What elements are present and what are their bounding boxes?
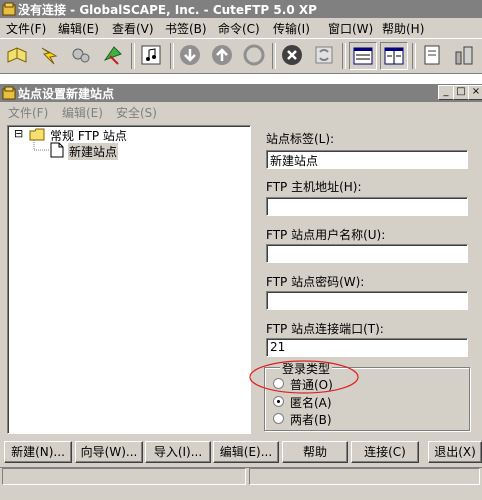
import-button[interactable]: 导入(I)... (145, 441, 211, 463)
password-input[interactable] (266, 291, 468, 310)
document-icon (50, 142, 64, 158)
main-toolbar (0, 38, 482, 74)
edit-button[interactable]: 编辑(E)... (213, 441, 279, 463)
view-details-button[interactable] (380, 42, 408, 70)
properties-button[interactable] (419, 42, 445, 68)
toolbar-separator (412, 43, 416, 69)
details-view-icon (384, 47, 404, 65)
site-label-input[interactable]: 新建站点 (266, 150, 468, 169)
lightning-icon (41, 47, 58, 65)
new-button[interactable]: 新建(N)... (4, 441, 72, 463)
port-label: FTP 站点连接端口(T): (266, 322, 384, 336)
site-manager-button[interactable] (4, 42, 30, 68)
help-button[interactable]: 帮助 (282, 441, 348, 463)
wizard-button[interactable]: 向导(W)... (75, 441, 143, 463)
menu-view[interactable]: 查看(V) (112, 20, 154, 37)
refresh-transfer-button[interactable] (241, 42, 267, 68)
dialog-maximize-button[interactable]: □ (453, 85, 469, 100)
menu-edit[interactable]: 编辑(E) (58, 20, 99, 37)
view-list-button[interactable] (349, 42, 377, 70)
user-input[interactable] (266, 244, 468, 263)
connect-button[interactable]: 连接(C) (351, 441, 419, 463)
status-cell-right (249, 468, 480, 485)
reconnect-button[interactable] (100, 42, 126, 68)
download-button[interactable] (177, 42, 203, 68)
radio-both-label[interactable]: 两者(B) (290, 411, 332, 428)
host-input[interactable] (266, 197, 468, 216)
status-cell-left (2, 468, 246, 485)
menu-file[interactable]: 文件(F) (6, 20, 46, 37)
radio-anonymous-label[interactable]: 匿名(A) (290, 394, 332, 411)
dialog-menu-file[interactable]: 文件(F) (8, 104, 48, 121)
arrow-down-icon (180, 45, 200, 65)
main-menu-bar: 文件(F) 编辑(E) 查看(V) 书签(B) 命令(C) 传输(I) 窗口(W… (0, 18, 482, 37)
port-input[interactable]: 21 (266, 338, 468, 357)
music-note-icon (141, 45, 161, 65)
upload-button[interactable] (209, 42, 235, 68)
plug-icon (72, 48, 90, 63)
toolbar-separator (272, 43, 276, 69)
reconnect-icon (103, 46, 122, 65)
book-icon (7, 47, 27, 63)
document-icon (424, 45, 440, 65)
tree-collapse-toggle[interactable]: ⊟ (14, 127, 23, 140)
annotation-ellipse (249, 360, 359, 394)
quick-connect-button[interactable] (36, 42, 62, 68)
exit-button[interactable]: 退出(X) (428, 441, 482, 463)
cuteftp-app-icon (2, 2, 16, 16)
menu-transfer[interactable]: 传输(I) (273, 20, 310, 37)
refresh-icon (315, 46, 333, 64)
radio-both[interactable] (273, 413, 284, 424)
tools-icon (455, 46, 473, 65)
user-label: FTP 站点用户名称(U): (266, 228, 386, 242)
menu-commands[interactable]: 命令(C) (218, 20, 260, 37)
password-label: FTP 站点密码(W): (266, 275, 365, 289)
site-tree[interactable]: ⊟ 常规 FTP 站点 新建站点 (7, 125, 251, 434)
site-label-label: 站点标签(L): (266, 132, 335, 146)
radio-anonymous[interactable] (273, 396, 284, 407)
tree-connector (33, 140, 50, 151)
dialog-menu-security[interactable]: 安全(S) (116, 104, 157, 121)
dialog-close-button[interactable]: × (468, 85, 482, 100)
dialog-title: 站点设置新建站点 (18, 87, 115, 101)
tree-item-new-site[interactable]: 新建站点 (68, 143, 119, 160)
toolbar-separator (170, 43, 174, 69)
menu-bookmarks[interactable]: 书签(B) (165, 20, 207, 37)
menu-help[interactable]: 帮助(H) (382, 20, 424, 37)
toolbar-separator (131, 43, 135, 69)
stop-button[interactable] (279, 42, 305, 68)
toolbar-separator (342, 43, 346, 69)
toolbar-more-button[interactable] (451, 42, 477, 68)
disconnect-button[interactable] (68, 42, 94, 68)
list-view-icon (353, 47, 373, 65)
dialog-title-bar: 站点设置新建站点 _ □ × (0, 84, 482, 102)
stop-icon (282, 45, 302, 65)
host-label: FTP 主机地址(H): (266, 180, 362, 194)
arrow-up-icon (212, 45, 232, 65)
menu-window[interactable]: 窗口(W) (328, 20, 373, 37)
edit-file-button[interactable] (138, 42, 164, 68)
refresh-button[interactable] (311, 42, 337, 68)
dialog-minimize-button[interactable]: _ (438, 85, 454, 100)
main-title-bar: 没有连接 - GlobalSCAPE, Inc. - CuteFTP 5.0 X… (0, 0, 482, 18)
dialog-menu-edit[interactable]: 编辑(E) (62, 104, 103, 121)
site-manager-icon (2, 86, 16, 100)
cycle-icon (243, 44, 265, 66)
window-title: 没有连接 - GlobalSCAPE, Inc. - CuteFTP 5.0 X… (18, 3, 317, 17)
